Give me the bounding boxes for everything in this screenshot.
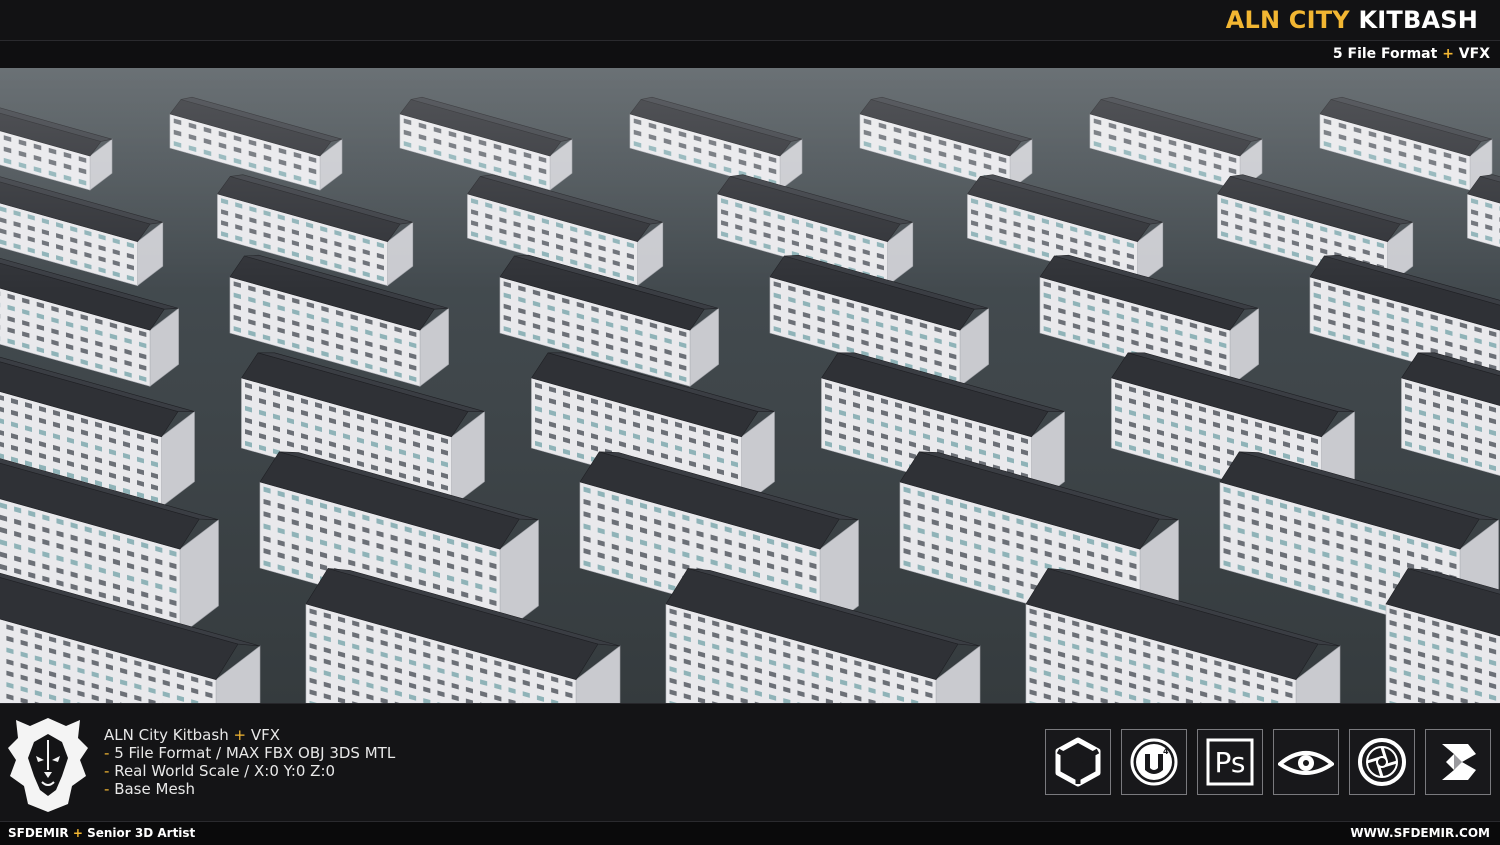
feature-item: - Base Mesh <box>104 780 395 798</box>
subtitle-vfx: VFX <box>1459 46 1490 62</box>
feature-title: ALN City Kitbash + VFX <box>104 726 395 744</box>
feature-dash: - <box>104 780 109 798</box>
lion-logo-icon <box>6 714 90 814</box>
footer-bar: SFDEMIR + Senior 3D Artist WWW.SFDEMIR.C… <box>0 821 1500 845</box>
unreal-engine-icon: 4 <box>1121 729 1187 795</box>
city-render-image <box>0 68 1500 703</box>
website-link[interactable]: WWW.SFDEMIR.COM <box>1350 826 1490 840</box>
feature-title-text: ALN City Kitbash <box>104 726 229 744</box>
brand-main: KITBASH <box>1358 6 1478 34</box>
unity-icon <box>1045 729 1111 795</box>
eye-icon <box>1273 729 1339 795</box>
info-panel: ALN City Kitbash + VFX - 5 File Format /… <box>0 703 1500 822</box>
feature-title-vfx: VFX <box>251 726 280 744</box>
feature-title-plus: + <box>233 726 246 744</box>
svg-text:4: 4 <box>1163 747 1169 756</box>
photoshop-label: Ps <box>1215 746 1246 779</box>
feature-item-text: Real World Scale / X:0 Y:0 Z:0 <box>114 762 335 780</box>
brand-title: ALN CITY KITBASH <box>1226 6 1478 34</box>
keyshot-icon <box>1349 729 1415 795</box>
3ds-max-icon <box>1425 729 1491 795</box>
subtitle-formats: 5 File Format <box>1333 46 1437 62</box>
subtitle-plus: + <box>1442 46 1454 62</box>
feature-item: - Real World Scale / X:0 Y:0 Z:0 <box>104 762 395 780</box>
brand-accent: ALN CITY <box>1226 6 1350 34</box>
artist-role: Senior 3D Artist <box>87 826 195 840</box>
atmospheric-haze <box>0 68 1500 703</box>
subtitle: 5 File Format + VFX <box>1333 46 1490 62</box>
feature-dash: - <box>104 744 109 762</box>
subtitle-bar: 5 File Format + VFX <box>0 41 1500 68</box>
feature-item-text: Base Mesh <box>114 780 195 798</box>
artist-credit: SFDEMIR + Senior 3D Artist <box>8 826 195 840</box>
credit-plus: + <box>73 826 83 840</box>
photoshop-icon: Ps <box>1197 729 1263 795</box>
feature-dash: - <box>104 762 109 780</box>
feature-list: ALN City Kitbash + VFX - 5 File Format /… <box>104 726 395 798</box>
feature-item-text: 5 File Format / MAX FBX OBJ 3DS MTL <box>114 744 395 762</box>
software-icon-row: 4 Ps <box>1045 729 1491 797</box>
city-render-illustration <box>0 68 1500 703</box>
artist-name: SFDEMIR <box>8 826 69 840</box>
feature-item: - 5 File Format / MAX FBX OBJ 3DS MTL <box>104 744 395 762</box>
header-bar: ALN CITY KITBASH <box>0 0 1500 41</box>
